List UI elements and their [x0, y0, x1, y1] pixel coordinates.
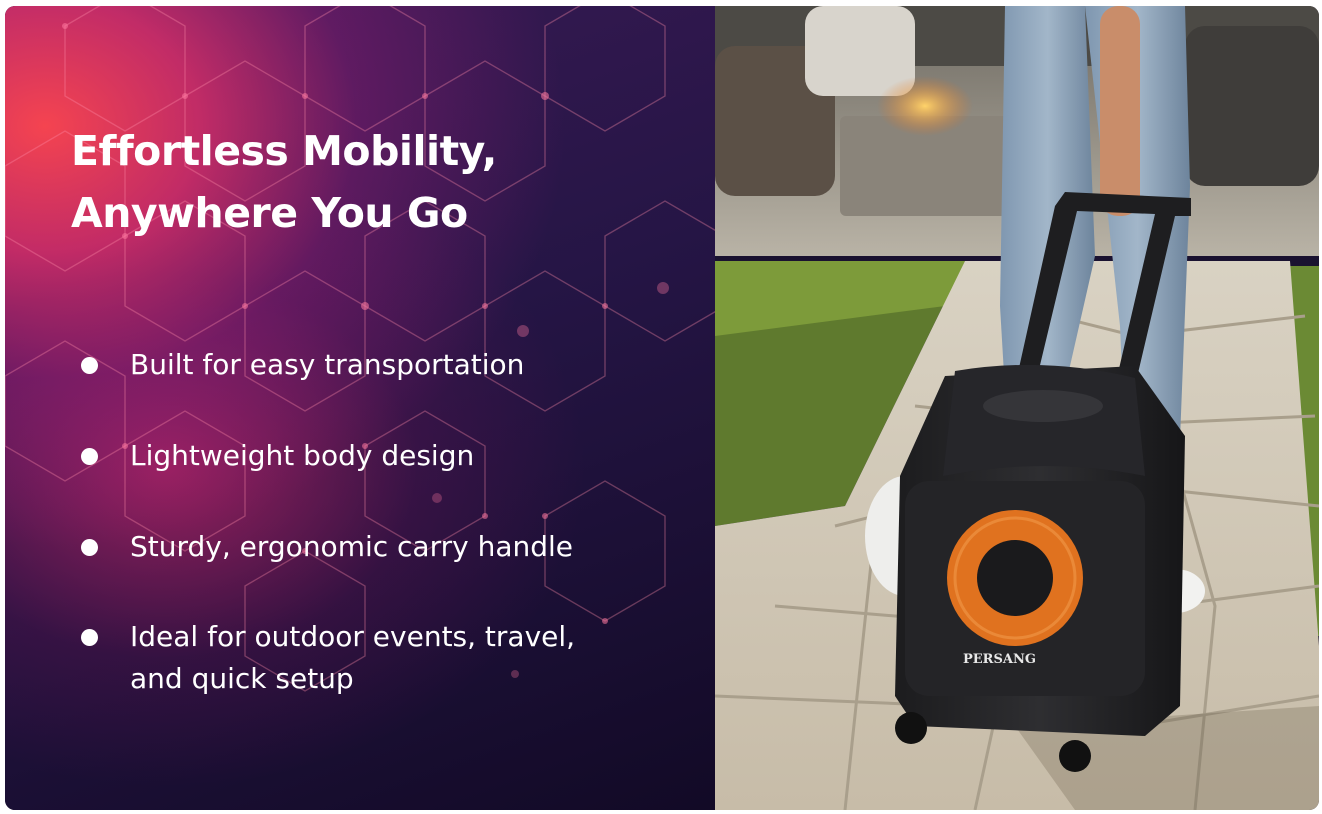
headline: Effortless Mobility, Anywhere You Go [71, 120, 497, 244]
feature-text: Sturdy, ergonomic carry handle [130, 530, 574, 563]
headline-line-2: Anywhere You Go [71, 189, 468, 237]
product-photo: PERSANG [715, 6, 1319, 810]
product-feature-card: Effortless Mobility, Anywhere You Go Bui… [5, 6, 1319, 810]
bullet-dot [81, 448, 98, 465]
headline-line-1: Effortless Mobility, [71, 127, 497, 175]
brand-logo: PERSANG [963, 652, 1036, 667]
outdoor-speaker-scene: PERSANG [715, 6, 1319, 810]
feature-panel: Effortless Mobility, Anywhere You Go Bui… [5, 6, 715, 810]
bullet-dot [81, 357, 98, 374]
feature-text: Ideal for outdoor events, travel, [130, 620, 576, 653]
bullet-dot [81, 629, 98, 646]
feature-text-continued: and quick setup [130, 662, 354, 695]
feature-text: Built for easy transportation [130, 348, 525, 381]
bullet-dot [81, 539, 98, 556]
feature-text: Lightweight body design [130, 439, 475, 472]
